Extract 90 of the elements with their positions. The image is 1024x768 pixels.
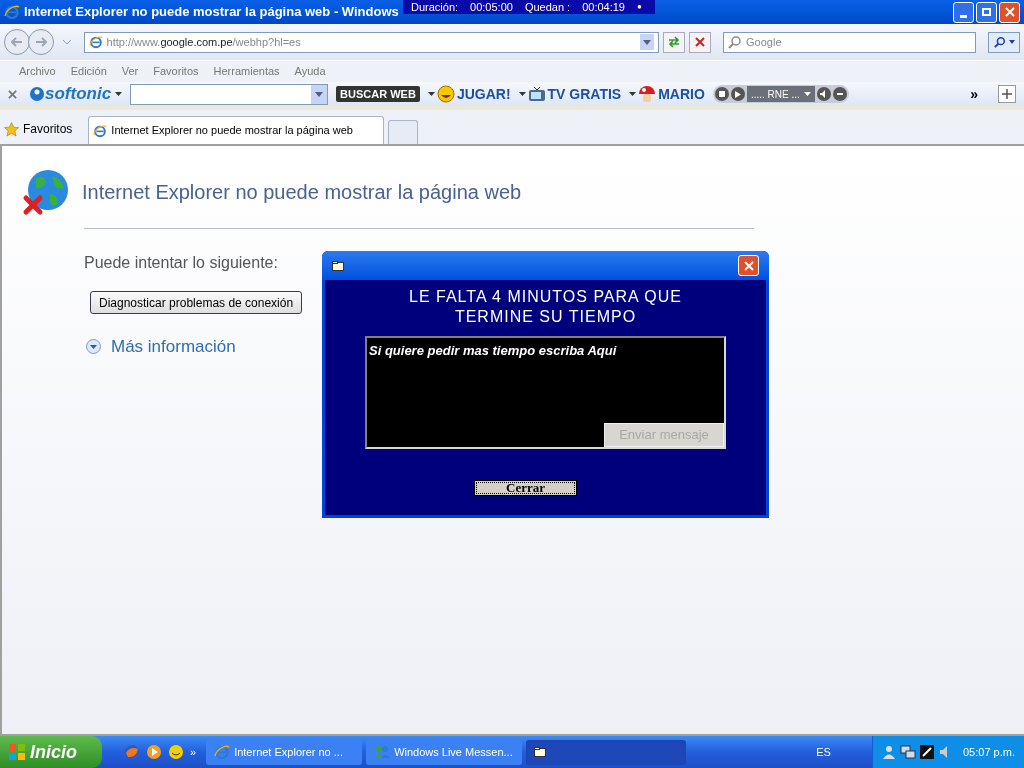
caret-icon	[803, 92, 811, 96]
address-field[interactable]: http://www.google.com.pe/webhp?hl=es	[83, 31, 660, 53]
favorites-button[interactable]: Favoritos	[23, 120, 73, 138]
message-text: Si quiere pedir mas tiempo escriba Aqui	[369, 343, 617, 358]
search-placeholder: Google	[746, 34, 782, 50]
search-field[interactable]: Google	[723, 31, 977, 53]
language-indicator[interactable]: ES	[816, 743, 831, 761]
clock: 05:07 p.m.	[963, 744, 1015, 760]
browser-icon	[4, 4, 20, 20]
caret-icon[interactable]	[115, 92, 123, 96]
dropdown-icon[interactable]	[643, 39, 652, 45]
mushroom-icon	[638, 85, 657, 103]
search-web-button[interactable]: BUSCAR WEB	[336, 86, 420, 102]
caret-icon[interactable]	[427, 92, 435, 96]
window-icon	[332, 260, 344, 271]
close-icon	[1004, 7, 1015, 17]
minus-icon[interactable]	[836, 93, 843, 95]
left-arrow-icon	[10, 37, 23, 47]
windows-logo-icon	[8, 743, 26, 761]
diagnose-button[interactable]: Diagnosticar problemas de conexión	[90, 291, 303, 314]
radio-player[interactable]: ..... RNE ...	[712, 85, 849, 103]
play-icon[interactable]	[734, 90, 741, 98]
network-icon[interactable]	[900, 744, 916, 760]
caret-icon	[1008, 40, 1015, 44]
url-text: http://www.google.com.pe/webhp?hl=es	[106, 34, 301, 50]
add-button[interactable]	[998, 85, 1016, 103]
refresh-icon	[668, 36, 681, 48]
browser-icon	[214, 744, 231, 760]
close-button[interactable]	[999, 1, 1020, 23]
status-dot: ●	[637, 1, 642, 13]
menu-item[interactable]: Ayuda	[294, 63, 326, 80]
plus-icon	[1002, 89, 1012, 99]
more-info-link[interactable]: Más información	[111, 334, 236, 360]
taskbar-button[interactable]: Internet Explorer no ...	[206, 739, 363, 765]
smiley-icon	[436, 85, 455, 103]
more-chevron[interactable]: »	[970, 83, 978, 105]
caret-icon[interactable]	[518, 92, 526, 96]
search-button[interactable]	[988, 31, 1020, 53]
toolbar-link[interactable]: TV GRATIS	[547, 83, 622, 105]
start-button[interactable]: Inicio	[0, 736, 102, 768]
search-icon	[993, 36, 1006, 48]
menu-item[interactable]: Archivo	[19, 63, 56, 80]
menu-item[interactable]: Favoritos	[153, 63, 199, 80]
brand-name[interactable]: softonic	[45, 81, 112, 107]
smiley-icon[interactable]	[168, 744, 184, 760]
play-icon[interactable]	[146, 744, 162, 760]
window-title: Internet Explorer no puede mostrar la página web - Windows	[24, 3, 399, 22]
time-warning: LE FALTA 4 MINUTOS PARA QUE TERMINE SU TIEMPO	[408, 287, 683, 327]
people-icon	[374, 745, 391, 759]
search-icon	[728, 35, 743, 49]
toolbar-link[interactable]: JUGAR!	[456, 83, 511, 105]
menu-item[interactable]: Edición	[70, 63, 107, 80]
tab-title: Internet Explorer no puede mostrar la página web	[111, 123, 353, 139]
error-heading: Internet Explorer no puede mostrar la página web	[82, 180, 522, 205]
caret-icon[interactable]	[629, 92, 637, 96]
volume-icon[interactable]	[819, 90, 828, 98]
remaining-label: Quedan :	[524, 0, 571, 15]
logo-icon	[29, 86, 45, 102]
taskbar-button[interactable]: Windows Live Messen...	[366, 739, 523, 765]
menu-item[interactable]: Ver	[121, 63, 139, 80]
duration-value: 00:05:00	[470, 0, 513, 15]
suggestion-label: Puede intentar lo siguiente:	[84, 254, 278, 271]
stop-icon[interactable]	[718, 91, 725, 97]
close-dialog-button[interactable]: Cerrar	[474, 480, 577, 496]
remaining-value: 00:04:19	[582, 0, 625, 15]
more-chevron[interactable]: »	[190, 743, 197, 761]
window-icon	[534, 747, 547, 757]
refresh-button[interactable]	[663, 31, 686, 53]
menu-item[interactable]: Herramientas	[213, 63, 280, 80]
browser-icon	[93, 123, 108, 138]
stop-icon	[695, 37, 706, 47]
right-arrow-icon	[34, 37, 47, 47]
restore-button[interactable]	[976, 1, 997, 23]
close-icon[interactable]	[8, 89, 17, 99]
duration-label: Duración:	[411, 0, 459, 15]
stop-button[interactable]	[689, 31, 712, 53]
toolbar-search-field[interactable]	[130, 83, 329, 105]
dropdown-icon[interactable]	[315, 91, 324, 97]
radio-station-dropdown[interactable]: ..... RNE ...	[746, 86, 815, 102]
star-icon	[4, 121, 19, 137]
close-icon	[743, 260, 754, 271]
toolbar-link[interactable]: MARIO	[658, 83, 705, 105]
browser-tab[interactable]: Internet Explorer no puede mostrar la página web	[88, 116, 385, 144]
close-button[interactable]	[738, 255, 759, 276]
tv-icon	[527, 86, 546, 102]
globe-error-icon	[22, 168, 70, 216]
minimize-button[interactable]	[953, 1, 974, 23]
browser-icon	[88, 35, 103, 49]
user-icon[interactable]	[881, 744, 897, 760]
expand-icon[interactable]	[86, 339, 101, 355]
